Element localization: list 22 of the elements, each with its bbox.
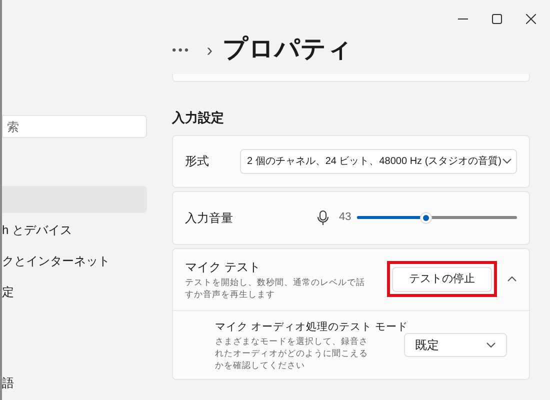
- chevron-down-icon: [502, 158, 512, 164]
- breadcrumb-separator: ›: [206, 38, 213, 62]
- volume-reading: 43: [339, 210, 352, 226]
- close-icon[interactable]: [526, 14, 536, 24]
- maximize-icon[interactable]: [492, 14, 502, 24]
- format-label: 形式: [185, 153, 210, 170]
- volume-label: 入力音量: [185, 210, 234, 226]
- format-dropdown[interactable]: 2 個のチャネル、24 ビット、48000 Hz (スタジオの音質): [240, 148, 517, 174]
- volume-slider[interactable]: [357, 212, 517, 224]
- chevron-down-icon: [486, 342, 496, 348]
- mic-test-title: マイク テスト: [185, 259, 262, 276]
- test-mode-title: マイク オーディオ処理のテスト モード: [215, 320, 408, 334]
- microphone-icon: [317, 210, 329, 226]
- test-mode-description: さまざまなモードを選択して、録音されたオーディオがどのように聞こえるかを確認してください: [215, 334, 369, 370]
- section-title: 入力設定: [172, 109, 225, 127]
- mic-test-description: テストを開始し、数秒間、通常のレベルで話すか音声を再生します: [185, 276, 366, 300]
- more-button[interactable]: •••: [172, 41, 191, 59]
- page-title: プロパティ: [222, 34, 353, 66]
- chevron-up-icon[interactable]: [507, 276, 517, 282]
- search-field[interactable]: 索: [2, 115, 147, 138]
- stop-test-button[interactable]: テストの停止: [392, 266, 492, 292]
- test-mode-dropdown[interactable]: 既定: [404, 332, 507, 356]
